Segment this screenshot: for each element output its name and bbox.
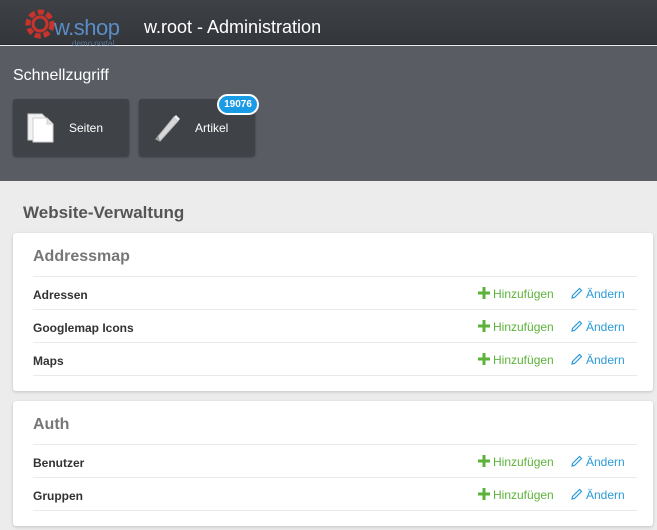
- row-label[interactable]: Maps: [33, 354, 64, 368]
- edit-label: Ändern: [586, 320, 625, 334]
- quick-access-bar: Schnellzugriff Seiten Artikel 19076: [0, 46, 657, 181]
- edit-button[interactable]: Ändern: [571, 455, 625, 469]
- pencil-icon: [571, 488, 583, 500]
- row-label[interactable]: Gruppen: [33, 489, 83, 503]
- add-label: Hinzufügen: [493, 287, 554, 301]
- add-label: Hinzufügen: [493, 455, 554, 469]
- add-label: Hinzufügen: [493, 353, 554, 367]
- pencil-icon: [155, 115, 180, 142]
- pencil-icon: [571, 455, 583, 467]
- plus-icon: [478, 320, 490, 332]
- pencil-icon: [571, 353, 583, 365]
- gear-logo-icon: [25, 9, 55, 39]
- add-label: Hinzufügen: [493, 488, 554, 502]
- panel-title: Addressmap: [33, 248, 130, 265]
- table-row: Benutzer Hinzufügen Ändern: [33, 444, 637, 477]
- edit-label: Ändern: [586, 455, 625, 469]
- top-header: w.shop demo portal w.root - Administrati…: [0, 0, 657, 48]
- plus-icon: [478, 455, 490, 467]
- plus-icon: [478, 287, 490, 299]
- table-row: Maps Hinzufügen Ändern: [33, 342, 637, 375]
- page-title: w.root - Administration: [144, 17, 322, 37]
- add-button[interactable]: Hinzufügen: [478, 455, 554, 469]
- wshop-logo[interactable]: w.shop demo portal: [22, 6, 132, 48]
- section-title: Website-Verwaltung: [23, 203, 185, 222]
- table-row: Googlemap Icons Hinzufügen Ändern: [33, 309, 637, 342]
- panel-addressmap: Addressmap Adressen Hinzufügen Ändern Go…: [13, 233, 653, 391]
- pages-icon: [27, 113, 54, 143]
- edit-button[interactable]: Ändern: [571, 287, 625, 301]
- edit-button[interactable]: Ändern: [571, 320, 625, 334]
- tile-artikel-label: Artikel: [195, 121, 229, 135]
- logo-text: w.shop: [54, 15, 120, 40]
- row-divider: [33, 510, 637, 511]
- row-label[interactable]: Benutzer: [33, 456, 84, 470]
- add-label: Hinzufügen: [493, 320, 554, 334]
- panel-auth: Auth Benutzer Hinzufügen Ändern Gruppen …: [13, 401, 653, 526]
- artikel-count-badge: 19076: [217, 94, 259, 115]
- edit-label: Ändern: [586, 488, 625, 502]
- table-row: Gruppen Hinzufügen Ändern: [33, 477, 637, 510]
- panel-title: Auth: [33, 416, 70, 433]
- edit-button[interactable]: Ändern: [571, 353, 625, 367]
- quick-access-title: Schnellzugriff: [13, 67, 109, 84]
- pencil-icon: [571, 287, 583, 299]
- add-button[interactable]: Hinzufügen: [478, 488, 554, 502]
- tile-seiten-label: Seiten: [69, 121, 104, 135]
- plus-icon: [478, 353, 490, 365]
- table-row: Adressen Hinzufügen Ändern: [33, 276, 637, 309]
- row-label[interactable]: Googlemap Icons: [33, 321, 134, 335]
- add-button[interactable]: Hinzufügen: [478, 287, 554, 301]
- add-button[interactable]: Hinzufügen: [478, 353, 554, 367]
- row-divider: [33, 375, 637, 376]
- add-button[interactable]: Hinzufügen: [478, 320, 554, 334]
- edit-label: Ändern: [586, 287, 625, 301]
- plus-icon: [478, 488, 490, 500]
- edit-label: Ändern: [586, 353, 625, 367]
- edit-button[interactable]: Ändern: [571, 488, 625, 502]
- row-label[interactable]: Adressen: [33, 288, 88, 302]
- tile-seiten[interactable]: Seiten: [13, 99, 129, 156]
- pencil-icon: [571, 320, 583, 332]
